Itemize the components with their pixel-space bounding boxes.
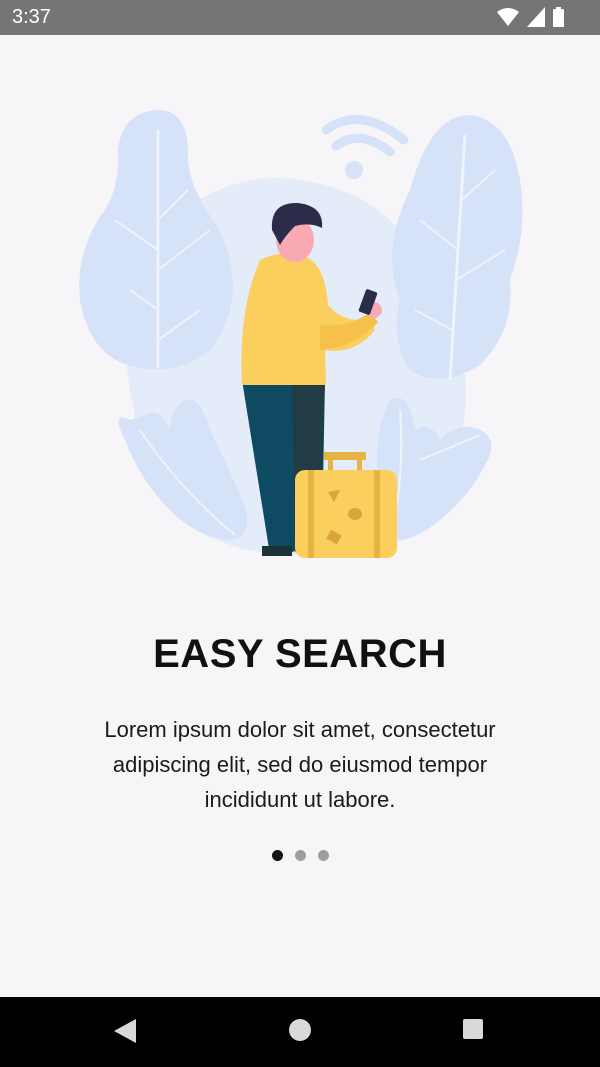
wifi-symbol-icon [321,115,409,179]
navigation-bar [0,997,600,1067]
left-leaf [79,110,233,370]
onboarding-description: Lorem ipsum dolor sit amet, consectetur … [104,717,496,812]
status-time: 3:37 [12,6,51,28]
home-icon[interactable] [289,1019,311,1041]
page-dot-3[interactable] [317,850,329,861]
page-dot-2[interactable] [294,850,306,861]
status-icons [497,7,564,27]
page-indicator[interactable] [0,850,600,861]
onboarding-illustration [79,110,523,558]
status-bar: 3:37 [0,0,600,35]
back-icon[interactable] [114,1019,136,1043]
onboarding-title: EASY SEARCH [153,632,447,676]
person-shoe [262,546,292,556]
battery-icon [553,7,564,27]
recents-icon[interactable] [463,1019,483,1039]
page-dot-1[interactable] [271,850,283,861]
wifi-icon [497,8,519,26]
signal-icon [527,7,545,27]
right-leaf [392,115,523,381]
